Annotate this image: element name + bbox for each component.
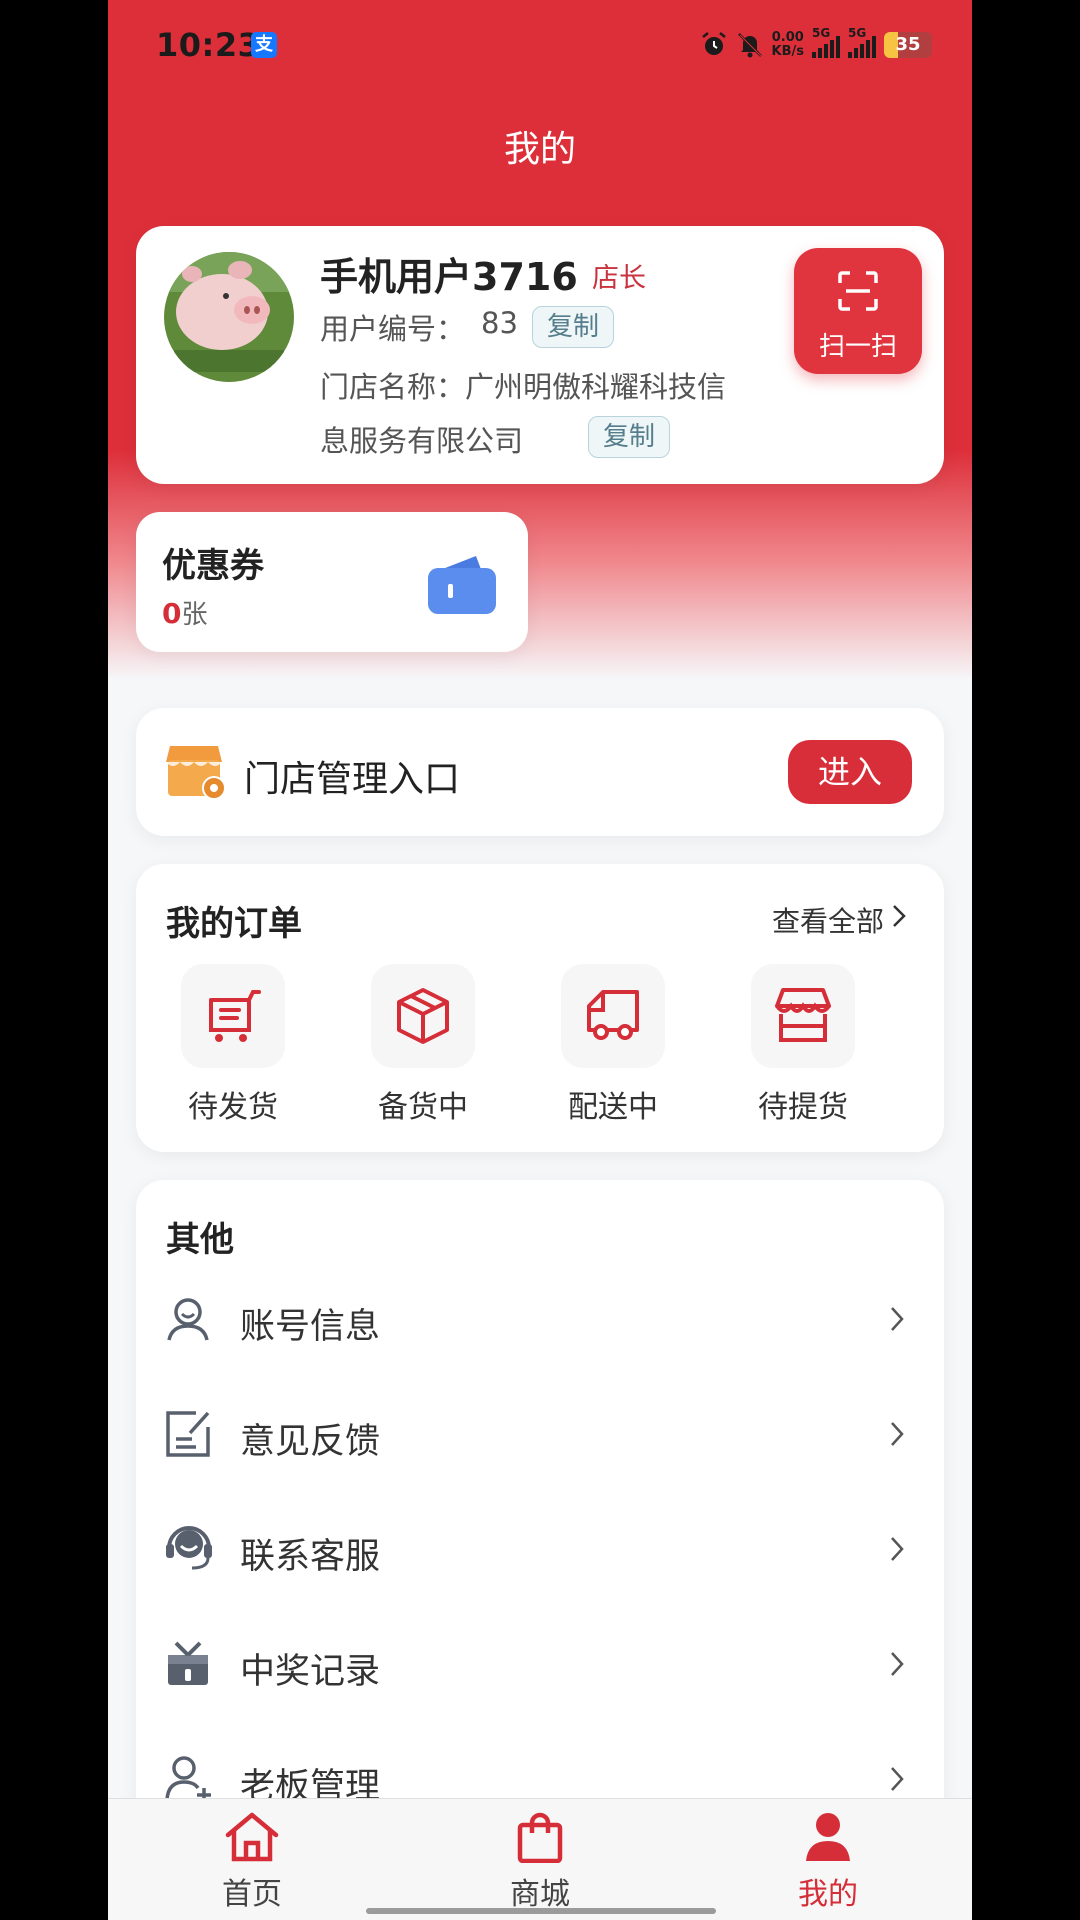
coupon-card[interactable]: 优惠券 0张 [136, 512, 528, 652]
gift-icon [168, 1641, 208, 1685]
order-pending-shipment[interactable]: 待发货 [168, 964, 298, 1126]
store-icon [775, 988, 831, 1042]
menu-item-customer-service[interactable]: 联系客服 [136, 1496, 944, 1611]
network-speed: 0.00 KB/s [771, 30, 804, 59]
shopping-bag-icon [517, 1812, 563, 1863]
feedback-icon [166, 1411, 210, 1457]
user-icon [167, 1298, 209, 1341]
chevron-right-icon [891, 1767, 904, 1791]
role-badge: 店长 [592, 263, 646, 294]
alipay-notification-icon: 支 [251, 32, 277, 58]
truck-icon [587, 990, 639, 1040]
order-preparing[interactable]: 备货中 [358, 964, 488, 1126]
store-management-label: 门店管理入口 [244, 759, 461, 800]
avatar[interactable] [164, 252, 294, 382]
alarm-icon [701, 32, 726, 55]
pig-avatar-image [164, 252, 294, 382]
status-icons: 0.00 KB/s 5G 5G 35 [700, 26, 932, 62]
mute-bell-icon [737, 33, 762, 58]
menu-item-prize-records[interactable]: 中奖记录 [136, 1611, 944, 1726]
page-title: 我的 [503, 129, 576, 170]
tab-mall[interactable]: 商城 [460, 1811, 620, 1913]
chevron-right-icon [891, 1307, 904, 1331]
box-icon [397, 988, 449, 1044]
copy-user-id-button[interactable]: 复制 [532, 306, 615, 348]
orders-title: 我的订单 [166, 904, 302, 944]
others-title: 其他 [166, 1220, 234, 1260]
cart-icon [209, 990, 261, 1042]
battery-icon: 35 [884, 32, 932, 58]
user-id-label: 用户编号： [320, 312, 466, 346]
view-all-orders-link[interactable]: 查看全部 [772, 900, 884, 940]
chevron-right-icon [891, 1652, 904, 1676]
chevron-right-icon [891, 1537, 904, 1561]
home-indicator[interactable] [366, 1908, 716, 1914]
headset-icon [166, 1526, 212, 1570]
store-management-card: 门店管理入口 进入 [136, 708, 944, 836]
signal-sim2-icon: 5G [848, 26, 876, 58]
scan-button[interactable]: 扫一扫 [794, 248, 922, 374]
phone-screen: 10:23 支 0.00 KB/s 5G 5G 35 我的 手机用户3716 店… [108, 0, 972, 1920]
chevron-right-icon [893, 905, 906, 927]
signal-sim1-icon: 5G [812, 26, 840, 58]
status-time: 10:23 [156, 26, 261, 64]
menu-item-feedback[interactable]: 意见反馈 [136, 1381, 944, 1496]
enter-button[interactable]: 进入 [788, 740, 912, 804]
coupon-count: 0张 [162, 597, 208, 630]
home-icon [225, 1812, 279, 1862]
my-orders-card: 我的订单 查看全部 待发货 备货中 配送中 待提货 [136, 864, 944, 1152]
wallet-icon [428, 556, 496, 614]
person-icon [806, 1813, 850, 1861]
order-delivering[interactable]: 配送中 [548, 964, 678, 1126]
status-bar: 10:23 支 0.00 KB/s 5G 5G 35 [108, 0, 972, 90]
order-awaiting-pickup[interactable]: 待提货 [738, 964, 868, 1126]
chevron-right-icon [891, 1422, 904, 1446]
tab-mine[interactable]: 我的 [748, 1811, 908, 1913]
store-name-line1: 门店名称：广州明傲科耀科技信 [320, 370, 727, 404]
username: 手机用户3716 [320, 255, 578, 299]
user-add-icon [165, 1756, 211, 1802]
bottom-tab-bar: 首页 商城 我的 [108, 1798, 972, 1920]
store-settings-icon [166, 746, 226, 800]
scan-label: 扫一扫 [818, 332, 897, 362]
scan-icon [838, 271, 878, 311]
copy-store-name-button[interactable]: 复制 [588, 416, 671, 458]
tab-home[interactable]: 首页 [172, 1811, 332, 1913]
profile-card: 手机用户3716 店长 用户编号： 83 复制 门店名称：广州明傲科耀科技信 息… [136, 226, 944, 484]
store-name-line2: 息服务有限公司 [320, 424, 524, 458]
menu-item-account-info[interactable]: 账号信息 [136, 1266, 944, 1381]
user-id-value: 83 [481, 306, 518, 340]
coupon-title: 优惠券 [162, 546, 264, 586]
